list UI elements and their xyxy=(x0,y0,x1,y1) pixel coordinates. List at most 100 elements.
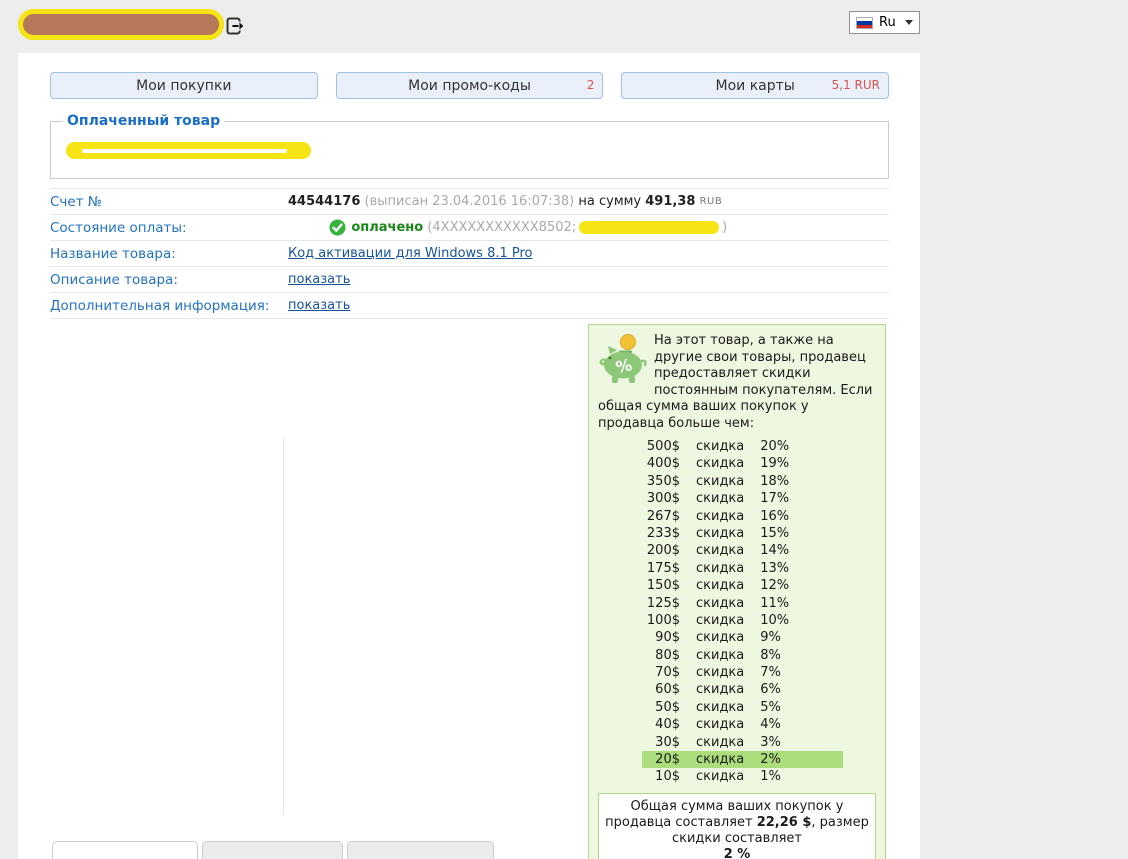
payment-status: оплачено xyxy=(351,220,423,235)
detail-row-product-name: Название товара: Код активации для Windo… xyxy=(50,241,889,267)
tier-amount: 70$ xyxy=(642,664,680,681)
tier-word: скидка xyxy=(696,716,744,733)
show-extra-info-link[interactable]: показать xyxy=(288,298,350,313)
tier-percent: 8% xyxy=(760,647,781,664)
logout-button[interactable] xyxy=(226,17,244,35)
cards-balance-badge: 5,1 RUR xyxy=(832,78,880,92)
tier-word: скидка xyxy=(696,560,744,577)
tier-amount: 60$ xyxy=(642,681,680,698)
language-value: Ru xyxy=(879,15,896,30)
tier-word: скидка xyxy=(696,699,744,716)
tier-percent: 4% xyxy=(760,716,781,733)
tier-amount: 40$ xyxy=(642,716,680,733)
discount-tier-row: 267$скидка16% xyxy=(642,508,843,525)
account-tabs: Мои покупки Мои промо-коды 2 Мои карты 5… xyxy=(50,72,889,99)
tier-word: скидка xyxy=(696,577,744,594)
payment-state-label: Состояние оплаты: xyxy=(50,220,288,236)
tier-percent: 1% xyxy=(760,768,781,785)
tier-percent: 15% xyxy=(760,525,789,542)
tier-word: скидка xyxy=(696,490,744,507)
tier-percent: 12% xyxy=(760,577,789,594)
payment-state-value: оплачено (4XXXXXXXXXXX8502;) xyxy=(288,219,727,236)
tab-my-purchases[interactable]: Мои покупки xyxy=(50,72,318,99)
discount-tier-row: 125$скидка11% xyxy=(642,595,843,612)
product-name-label: Название товара: xyxy=(50,246,288,262)
tier-word: скидка xyxy=(696,612,744,629)
detail-row-payment-state: Состояние оплаты: оплачено (4XXXXXXXXXXX… xyxy=(50,215,889,241)
tier-amount: 20$ xyxy=(642,751,680,768)
tier-percent: 19% xyxy=(760,455,789,472)
tab-label: Мои покупки xyxy=(136,78,231,94)
invoice-issued: (выписан 23.04.2016 16:07:38) xyxy=(365,194,575,209)
tier-percent: 17% xyxy=(760,490,789,507)
discount-tier-row: 70$скидка7% xyxy=(642,664,843,681)
redacted-card-holder xyxy=(579,221,719,234)
card-mask: (4XXXXXXXXXXX8502; xyxy=(427,220,576,235)
tier-word: скидка xyxy=(696,595,744,612)
piggy-bank-icon: % xyxy=(598,333,648,389)
tier-word: скидка xyxy=(696,751,744,768)
tier-amount: 200$ xyxy=(642,542,680,559)
discount-tier-row: 500$скидка20% xyxy=(642,438,843,455)
main-content: Мои покупки Мои промо-коды 2 Мои карты 5… xyxy=(18,53,920,859)
logout-arrow-icon xyxy=(226,24,244,39)
tier-amount: 100$ xyxy=(642,612,680,629)
bottom-tab-2[interactable] xyxy=(202,841,343,859)
discount-tier-row: 30$скидка3% xyxy=(642,734,843,751)
tier-amount: 500$ xyxy=(642,438,680,455)
tier-amount: 80$ xyxy=(642,647,680,664)
card-mask-close: ) xyxy=(722,220,727,235)
discount-tier-row: 50$скидка5% xyxy=(642,699,843,716)
tier-word: скидка xyxy=(696,473,744,490)
discount-section: % На этот товар, а также на другие свои … xyxy=(50,324,889,819)
show-description-link[interactable]: показать xyxy=(288,272,350,287)
tier-percent: 13% xyxy=(760,560,789,577)
discount-tier-row: 100$скидка10% xyxy=(642,612,843,629)
bottom-tab-3[interactable] xyxy=(347,841,494,859)
redacted-product-title xyxy=(66,142,311,159)
tier-amount: 150$ xyxy=(642,577,680,594)
tier-amount: 267$ xyxy=(642,508,680,525)
detail-row-extra-info: Дополнительная информация: показать xyxy=(50,293,889,319)
tier-percent: 14% xyxy=(760,542,789,559)
tier-word: скидка xyxy=(696,681,744,698)
invoice-currency: RUB xyxy=(700,196,723,207)
invoice-amount: 491,38 xyxy=(645,194,695,209)
summary-percent: 2 % xyxy=(724,847,751,859)
tier-word: скидка xyxy=(696,734,744,751)
detail-row-description: Описание товара: показать xyxy=(50,267,889,293)
tab-my-cards[interactable]: Мои карты 5,1 RUR xyxy=(621,72,889,99)
language-selector[interactable]: Ru xyxy=(849,11,920,34)
tier-word: скидка xyxy=(696,438,744,455)
tier-amount: 30$ xyxy=(642,734,680,751)
chevron-down-icon xyxy=(905,20,913,25)
tier-word: скидка xyxy=(696,455,744,472)
tier-amount: 400$ xyxy=(642,455,680,472)
discount-tier-row: 200$ скидка 14% xyxy=(642,542,843,559)
discount-tier-row: 175$скидка13% xyxy=(642,560,843,577)
tier-word: скидка xyxy=(696,542,744,559)
extra-info-label: Дополнительная информация: xyxy=(50,298,288,314)
invoice-value: 44544176 (выписан 23.04.2016 16:07:38) н… xyxy=(288,194,722,209)
top-bar: Ru xyxy=(0,0,1128,53)
tier-amount: 350$ xyxy=(642,473,680,490)
vertical-divider xyxy=(283,438,284,815)
russia-flag-icon xyxy=(856,17,873,29)
tier-percent: 9% xyxy=(760,629,781,646)
promo-count-badge: 2 xyxy=(587,78,595,92)
discount-tier-row: 80$ скидка 8% xyxy=(642,647,843,664)
tier-word: скидка xyxy=(696,525,744,542)
product-name-link[interactable]: Код активации для Windows 8.1 Pro xyxy=(288,246,533,261)
order-details: Счет № 44544176 (выписан 23.04.2016 16:0… xyxy=(50,188,889,319)
tab-label: Мои карты xyxy=(716,78,795,94)
discount-tier-row: 400$ скидка 19% xyxy=(642,455,843,472)
tier-word: скидка xyxy=(696,647,744,664)
discount-tier-row: 90$скидка9% xyxy=(642,629,843,646)
loyalty-discount-box: % На этот товар, а также на другие свои … xyxy=(588,324,886,859)
invoice-label: Счет № xyxy=(50,194,288,210)
tab-my-promo-codes[interactable]: Мои промо-коды 2 xyxy=(336,72,604,99)
tier-percent: 18% xyxy=(760,473,789,490)
bottom-tab-1[interactable] xyxy=(52,841,198,859)
tier-percent: 2% xyxy=(760,751,781,768)
detail-row-invoice: Счет № 44544176 (выписан 23.04.2016 16:0… xyxy=(50,189,889,215)
